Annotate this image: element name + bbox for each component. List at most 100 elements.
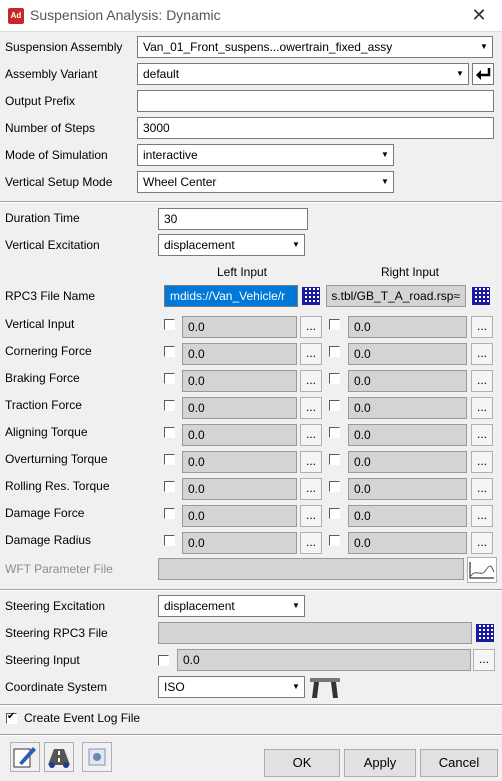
chevron-down-icon[interactable]: ▼: [288, 677, 304, 697]
output-prefix-field[interactable]: [137, 90, 494, 112]
dots-icon[interactable]: ...: [471, 505, 493, 527]
settings-icon: [88, 748, 106, 766]
right-input-field[interactable]: 0.0: [348, 451, 467, 473]
enter-return-icon[interactable]: [472, 63, 494, 85]
coordinate-system-label: Coordinate System: [5, 680, 108, 694]
steering-rpc3-file-field[interactable]: [158, 622, 472, 644]
rpc3-right-field[interactable]: ≈s.tbl/GB_T_A_road.rsp: [326, 285, 466, 307]
left-input-field[interactable]: 0.0: [182, 505, 297, 527]
dots-icon[interactable]: ...: [300, 370, 322, 392]
right-input-checkbox[interactable]: [329, 319, 340, 330]
dots-icon[interactable]: ...: [471, 397, 493, 419]
wft-parameter-file-field[interactable]: [158, 558, 464, 580]
left-input-field[interactable]: 0.0: [182, 532, 297, 554]
dots-icon[interactable]: ...: [300, 424, 322, 446]
vertical-setup-mode-combo[interactable]: Wheel Center ▼: [137, 171, 394, 193]
right-input-checkbox[interactable]: [329, 400, 340, 411]
browse-grid-icon[interactable]: [472, 287, 490, 305]
steering-input-checkbox[interactable]: [158, 655, 169, 666]
right-input-field[interactable]: 0.0: [348, 343, 467, 365]
apply-button[interactable]: Apply: [344, 749, 416, 777]
ok-button[interactable]: OK: [264, 749, 340, 777]
right-input-field[interactable]: 0.0: [348, 316, 467, 338]
right-input-field[interactable]: 0.0: [348, 397, 467, 419]
right-input-checkbox[interactable]: [329, 508, 340, 519]
dots-icon[interactable]: ...: [473, 649, 495, 671]
left-input-field[interactable]: 0.0: [182, 397, 297, 419]
steering-excitation-combo[interactable]: displacement ▼: [158, 595, 305, 617]
chevron-down-icon[interactable]: ▼: [377, 172, 393, 192]
cancel-button[interactable]: Cancel: [420, 749, 498, 777]
right-input-field[interactable]: 0.0: [348, 370, 467, 392]
right-input-field[interactable]: 0.0: [348, 532, 467, 554]
rpc3-left-field[interactable]: mdids://Van_Vehicle/r: [164, 285, 298, 307]
chevron-down-icon[interactable]: ▼: [476, 37, 492, 57]
left-input-checkbox[interactable]: [164, 400, 175, 411]
right-input-checkbox[interactable]: [329, 535, 340, 546]
left-input-checkbox[interactable]: [164, 481, 175, 492]
suspension-assembly-combo[interactable]: Van_01_Front_suspens...owertrain_fixed_a…: [137, 36, 493, 58]
dots-icon[interactable]: ...: [300, 478, 322, 500]
left-input-field[interactable]: 0.0: [182, 451, 297, 473]
left-input-checkbox[interactable]: [164, 427, 175, 438]
left-input-checkbox[interactable]: [164, 508, 175, 519]
dots-icon[interactable]: ...: [471, 343, 493, 365]
left-input-checkbox[interactable]: [164, 454, 175, 465]
chevron-down-icon[interactable]: ▼: [452, 64, 468, 84]
left-input-field[interactable]: 0.0: [182, 424, 297, 446]
left-input-checkbox[interactable]: [164, 535, 175, 546]
number-of-steps-field[interactable]: 3000: [137, 117, 494, 139]
input-row-label: Rolling Res. Torque: [5, 479, 110, 493]
rpc3-right-value: ≈s.tbl/GB_T_A_road.rsp: [331, 289, 460, 303]
road-button[interactable]: [44, 742, 74, 772]
right-input-header: Right Input: [380, 265, 440, 279]
vertical-setup-mode-value: Wheel Center: [143, 175, 217, 189]
left-input-checkbox[interactable]: [164, 319, 175, 330]
chevron-down-icon[interactable]: ▼: [288, 235, 304, 255]
steering-input-field[interactable]: 0.0: [177, 649, 471, 671]
settings-button[interactable]: [82, 742, 112, 772]
dots-icon[interactable]: ...: [300, 397, 322, 419]
right-input-checkbox[interactable]: [329, 373, 340, 384]
left-input-checkbox[interactable]: [164, 373, 175, 384]
chevron-down-icon[interactable]: ▼: [288, 596, 304, 616]
browse-grid-icon[interactable]: [302, 287, 320, 305]
vertical-excitation-combo[interactable]: displacement ▼: [158, 234, 305, 256]
left-input-field[interactable]: 0.0: [182, 370, 297, 392]
dots-icon[interactable]: ...: [300, 316, 322, 338]
dots-icon[interactable]: ...: [300, 532, 322, 554]
suspension-assembly-label: Suspension Assembly: [5, 40, 123, 54]
right-input-field[interactable]: 0.0: [348, 505, 467, 527]
vertical-excitation-label: Vertical Excitation: [5, 238, 100, 252]
assembly-variant-combo[interactable]: default ▼: [137, 63, 469, 85]
left-input-checkbox[interactable]: [164, 346, 175, 357]
right-input-checkbox[interactable]: [329, 481, 340, 492]
coordinate-system-combo[interactable]: ISO ▼: [158, 676, 305, 698]
create-event-log-checkbox[interactable]: [6, 711, 17, 724]
right-input-field[interactable]: 0.0: [348, 478, 467, 500]
dots-icon[interactable]: ...: [471, 451, 493, 473]
plot-icon[interactable]: [467, 557, 497, 583]
dots-icon[interactable]: ...: [471, 424, 493, 446]
left-input-field[interactable]: 0.0: [182, 316, 297, 338]
wheel-center-icon[interactable]: [308, 674, 342, 700]
dots-icon[interactable]: ...: [300, 343, 322, 365]
right-input-checkbox[interactable]: [329, 454, 340, 465]
dots-icon[interactable]: ...: [471, 532, 493, 554]
dots-icon[interactable]: ...: [471, 370, 493, 392]
close-button[interactable]: ✕: [466, 4, 492, 26]
left-input-field[interactable]: 0.0: [182, 478, 297, 500]
right-input-checkbox[interactable]: [329, 346, 340, 357]
left-input-field[interactable]: 0.0: [182, 343, 297, 365]
edit-button[interactable]: [10, 742, 40, 772]
chevron-down-icon[interactable]: ▼: [377, 145, 393, 165]
browse-grid-icon[interactable]: [476, 624, 494, 642]
right-input-field[interactable]: 0.0: [348, 424, 467, 446]
duration-time-field[interactable]: 30: [158, 208, 308, 230]
dots-icon[interactable]: ...: [471, 316, 493, 338]
right-input-checkbox[interactable]: [329, 427, 340, 438]
mode-of-simulation-combo[interactable]: interactive ▼: [137, 144, 394, 166]
dots-icon[interactable]: ...: [300, 451, 322, 473]
dots-icon[interactable]: ...: [300, 505, 322, 527]
dots-icon[interactable]: ...: [471, 478, 493, 500]
